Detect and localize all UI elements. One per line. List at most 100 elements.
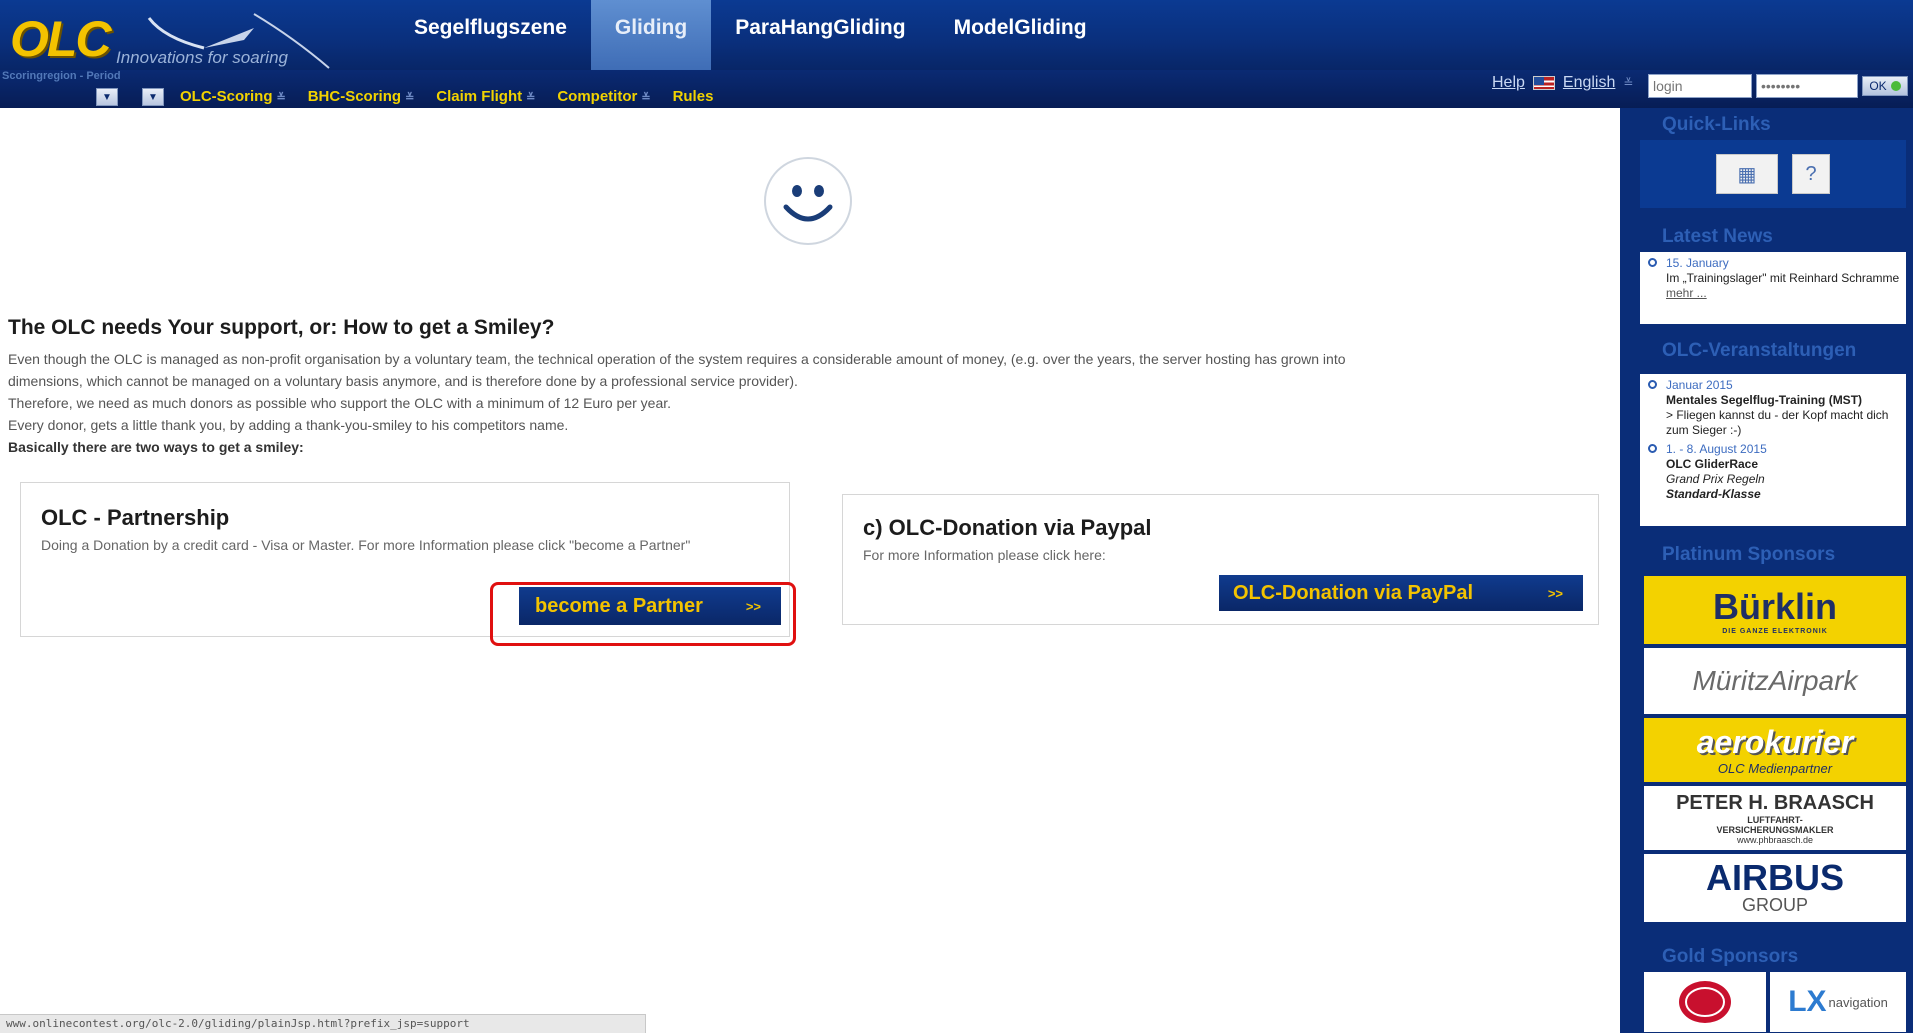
login-input[interactable] <box>1648 74 1752 98</box>
paypal-text: For more Information please click here: <box>863 547 1106 563</box>
sponsor-braasch-logo[interactable]: PETER H. BRAASCH LUFTFAHRT- VERSICHERUNG… <box>1644 786 1906 850</box>
news-more-link[interactable]: mehr ... <box>1666 286 1902 301</box>
event-item[interactable]: Januar 2015 Mentales Segelflug-Training … <box>1640 374 1906 442</box>
right-sidebar: Quick-Links ▦ ? Latest News 15. January … <box>1620 108 1913 1033</box>
bullet-icon <box>1648 380 1657 389</box>
event-text: > Fliegen kannst du - der Kopf macht dic… <box>1666 408 1889 437</box>
scoringregion-label: Scoringregion - Period <box>2 70 121 82</box>
braasch-line: VERSICHERUNGSMAKLER <box>1716 824 1834 835</box>
event-date: 1. - 8. August 2015 <box>1666 442 1767 456</box>
event-item[interactable]: 1. - 8. August 2015 OLC GliderRace Grand… <box>1640 442 1906 506</box>
tab-segelflugszene[interactable]: Segelflugszene <box>390 0 591 70</box>
lx-text: navigation <box>1828 994 1888 1010</box>
period-select[interactable]: ▼ <box>142 88 164 106</box>
paypal-donation-button[interactable]: OLC-Donation via PayPal >> <box>1219 575 1583 611</box>
gold-sponsors-title: Gold Sponsors <box>1662 946 1799 967</box>
logo-tagline: Innovations for soaring <box>116 48 288 67</box>
tab-gliding[interactable]: Gliding <box>590 0 712 70</box>
sponsor-lx-navigation-logo[interactable]: LX navigation <box>1770 972 1906 1032</box>
partnership-text: Doing a Donation by a credit card - Visa… <box>41 537 691 553</box>
paypal-title: c) OLC-Donation via Paypal <box>863 515 1152 540</box>
tab-parahanggliding[interactable]: ParaHangGliding <box>711 0 929 70</box>
news-item[interactable]: 15. January Im „Trainingslager" mit Rein… <box>1640 252 1906 305</box>
olc-logo[interactable]: OLC Innovations for soaring <box>4 8 334 69</box>
aero-sub: OLC Medienpartner <box>1717 761 1833 776</box>
main-nav: Segelflugszene Gliding ParaHangGliding M… <box>390 0 1111 70</box>
event-extra: Standard-Klasse <box>1666 487 1761 501</box>
flight-upload-icon[interactable]: ▦ <box>1716 154 1778 194</box>
events-title: OLC-Veranstaltungen <box>1662 340 1857 361</box>
sponsor-muritz-logo[interactable]: MüritzAirpark <box>1644 648 1906 714</box>
sponsor-burklin-logo[interactable]: Bürklin DIE GANZE ELEKTRONIK <box>1644 576 1906 644</box>
chevron-down-icon: ▼ <box>148 91 158 103</box>
utility-links: Help English ≚ <box>1492 74 1633 92</box>
muritz-name: MüritzAirpark <box>1692 665 1858 696</box>
sub-nav: OLC-Scoring ≚ BHC-Scoring ≚ Claim Flight ≚ … <box>180 88 713 105</box>
braasch-url: www.phbraasch.de <box>1736 834 1814 845</box>
bullet-icon <box>1648 444 1657 453</box>
language-link[interactable]: English <box>1563 74 1615 92</box>
ok-label: OK <box>1869 79 1887 93</box>
paypal-box: c) OLC-Donation via Paypal For more Info… <box>842 494 1599 625</box>
burklin-name: Bürklin <box>1712 585 1837 627</box>
sponsor-aerokurier-logo[interactable]: aerokurier OLC Medienpartner <box>1644 718 1906 782</box>
sponsor-gold-logo[interactable] <box>1644 972 1766 1032</box>
go-icon <box>1890 81 1901 91</box>
ok-button[interactable]: OK <box>1862 76 1908 96</box>
news-date: 15. January <box>1666 256 1729 270</box>
subnav-olc-scoring[interactable]: OLC-Scoring ≚ <box>180 88 286 105</box>
subnav-label: OLC-Scoring <box>180 88 273 105</box>
airbus-sub: GROUP <box>1741 894 1808 915</box>
description-line: Every donor, gets a little thank you, by… <box>8 417 569 433</box>
logo-text: OLC <box>10 11 112 67</box>
latest-news-title: Latest News <box>1662 226 1773 247</box>
description-line: dimensions, which cannot be managed on a… <box>8 373 798 389</box>
highlight-frame <box>490 582 796 646</box>
burklin-sub: DIE GANZE ELEKTRONIK <box>1722 627 1828 635</box>
events-panel: Januar 2015 Mentales Segelflug-Training … <box>1640 374 1906 526</box>
airbus-name: AIRBUS <box>1705 856 1844 898</box>
site-header: OLC Innovations for soaring Segelflugsze… <box>0 0 1913 108</box>
event-text: Grand Prix Regeln <box>1666 472 1765 486</box>
lx-icon: LX <box>1788 985 1827 1018</box>
flag-icon <box>1532 76 1555 90</box>
description-bold-line: Basically there are two ways to get a sm… <box>8 439 304 455</box>
partnership-title: OLC - Partnership <box>41 505 230 530</box>
help-icon[interactable]: ? <box>1792 154 1830 194</box>
subnav-label: Claim Flight <box>436 88 523 105</box>
event-title: OLC GliderRace <box>1666 457 1759 471</box>
gold-sponsor-emblem-icon <box>1679 981 1731 1023</box>
subnav-label: BHC-Scoring <box>307 88 402 105</box>
braasch-line: LUFTFAHRT- <box>1747 814 1803 825</box>
subnav-claim-flight[interactable]: Claim Flight ≚ <box>436 88 535 105</box>
event-date: Januar 2015 <box>1666 378 1733 392</box>
news-panel: 15. January Im „Trainingslager" mit Rein… <box>1640 252 1906 324</box>
quick-links-panel: ▦ ? <box>1640 140 1906 208</box>
subnav-rules[interactable]: Rules <box>673 88 714 105</box>
button-label: OLC-Donation via PayPal <box>1233 581 1474 604</box>
smiley-icon <box>764 157 852 245</box>
platinum-sponsors-title: Platinum Sponsors <box>1662 544 1836 565</box>
chevron-down-icon: ≚ <box>405 92 415 104</box>
chevron-down-icon: ≚ <box>641 92 651 104</box>
description-line: Therefore, we need as much donors as pos… <box>8 395 672 411</box>
subnav-bhc-scoring[interactable]: BHC-Scoring ≚ <box>308 88 415 105</box>
status-bar-url: www.onlinecontest.org/olc-2.0/gliding/pl… <box>0 1014 646 1033</box>
event-title: Mentales Segelflug-Training (MST) <box>1666 393 1863 407</box>
braasch-name: PETER H. BRAASCH <box>1676 791 1874 814</box>
sponsor-airbus-logo[interactable]: AIRBUS GROUP <box>1644 854 1906 922</box>
chevron-down-icon: ≚ <box>276 92 286 104</box>
tab-modelgliding[interactable]: ModelGliding <box>930 0 1111 70</box>
chevron-down-icon: ▼ <box>102 91 112 103</box>
subnav-label: Rules <box>672 88 714 105</box>
region-select[interactable]: ▼ <box>96 88 118 106</box>
subnav-competitor[interactable]: Competitor ≚ <box>557 88 650 105</box>
arrow-icon: >> <box>1547 585 1563 601</box>
aero-name: aerokurier <box>1696 724 1854 760</box>
quick-links-title: Quick-Links <box>1662 114 1771 135</box>
description-line: Even though the OLC is managed as non-pr… <box>8 351 1346 367</box>
bullet-icon <box>1648 258 1657 267</box>
chevron-down-icon: ≚ <box>526 92 536 104</box>
password-input[interactable] <box>1756 74 1858 98</box>
help-link[interactable]: Help <box>1492 74 1525 92</box>
